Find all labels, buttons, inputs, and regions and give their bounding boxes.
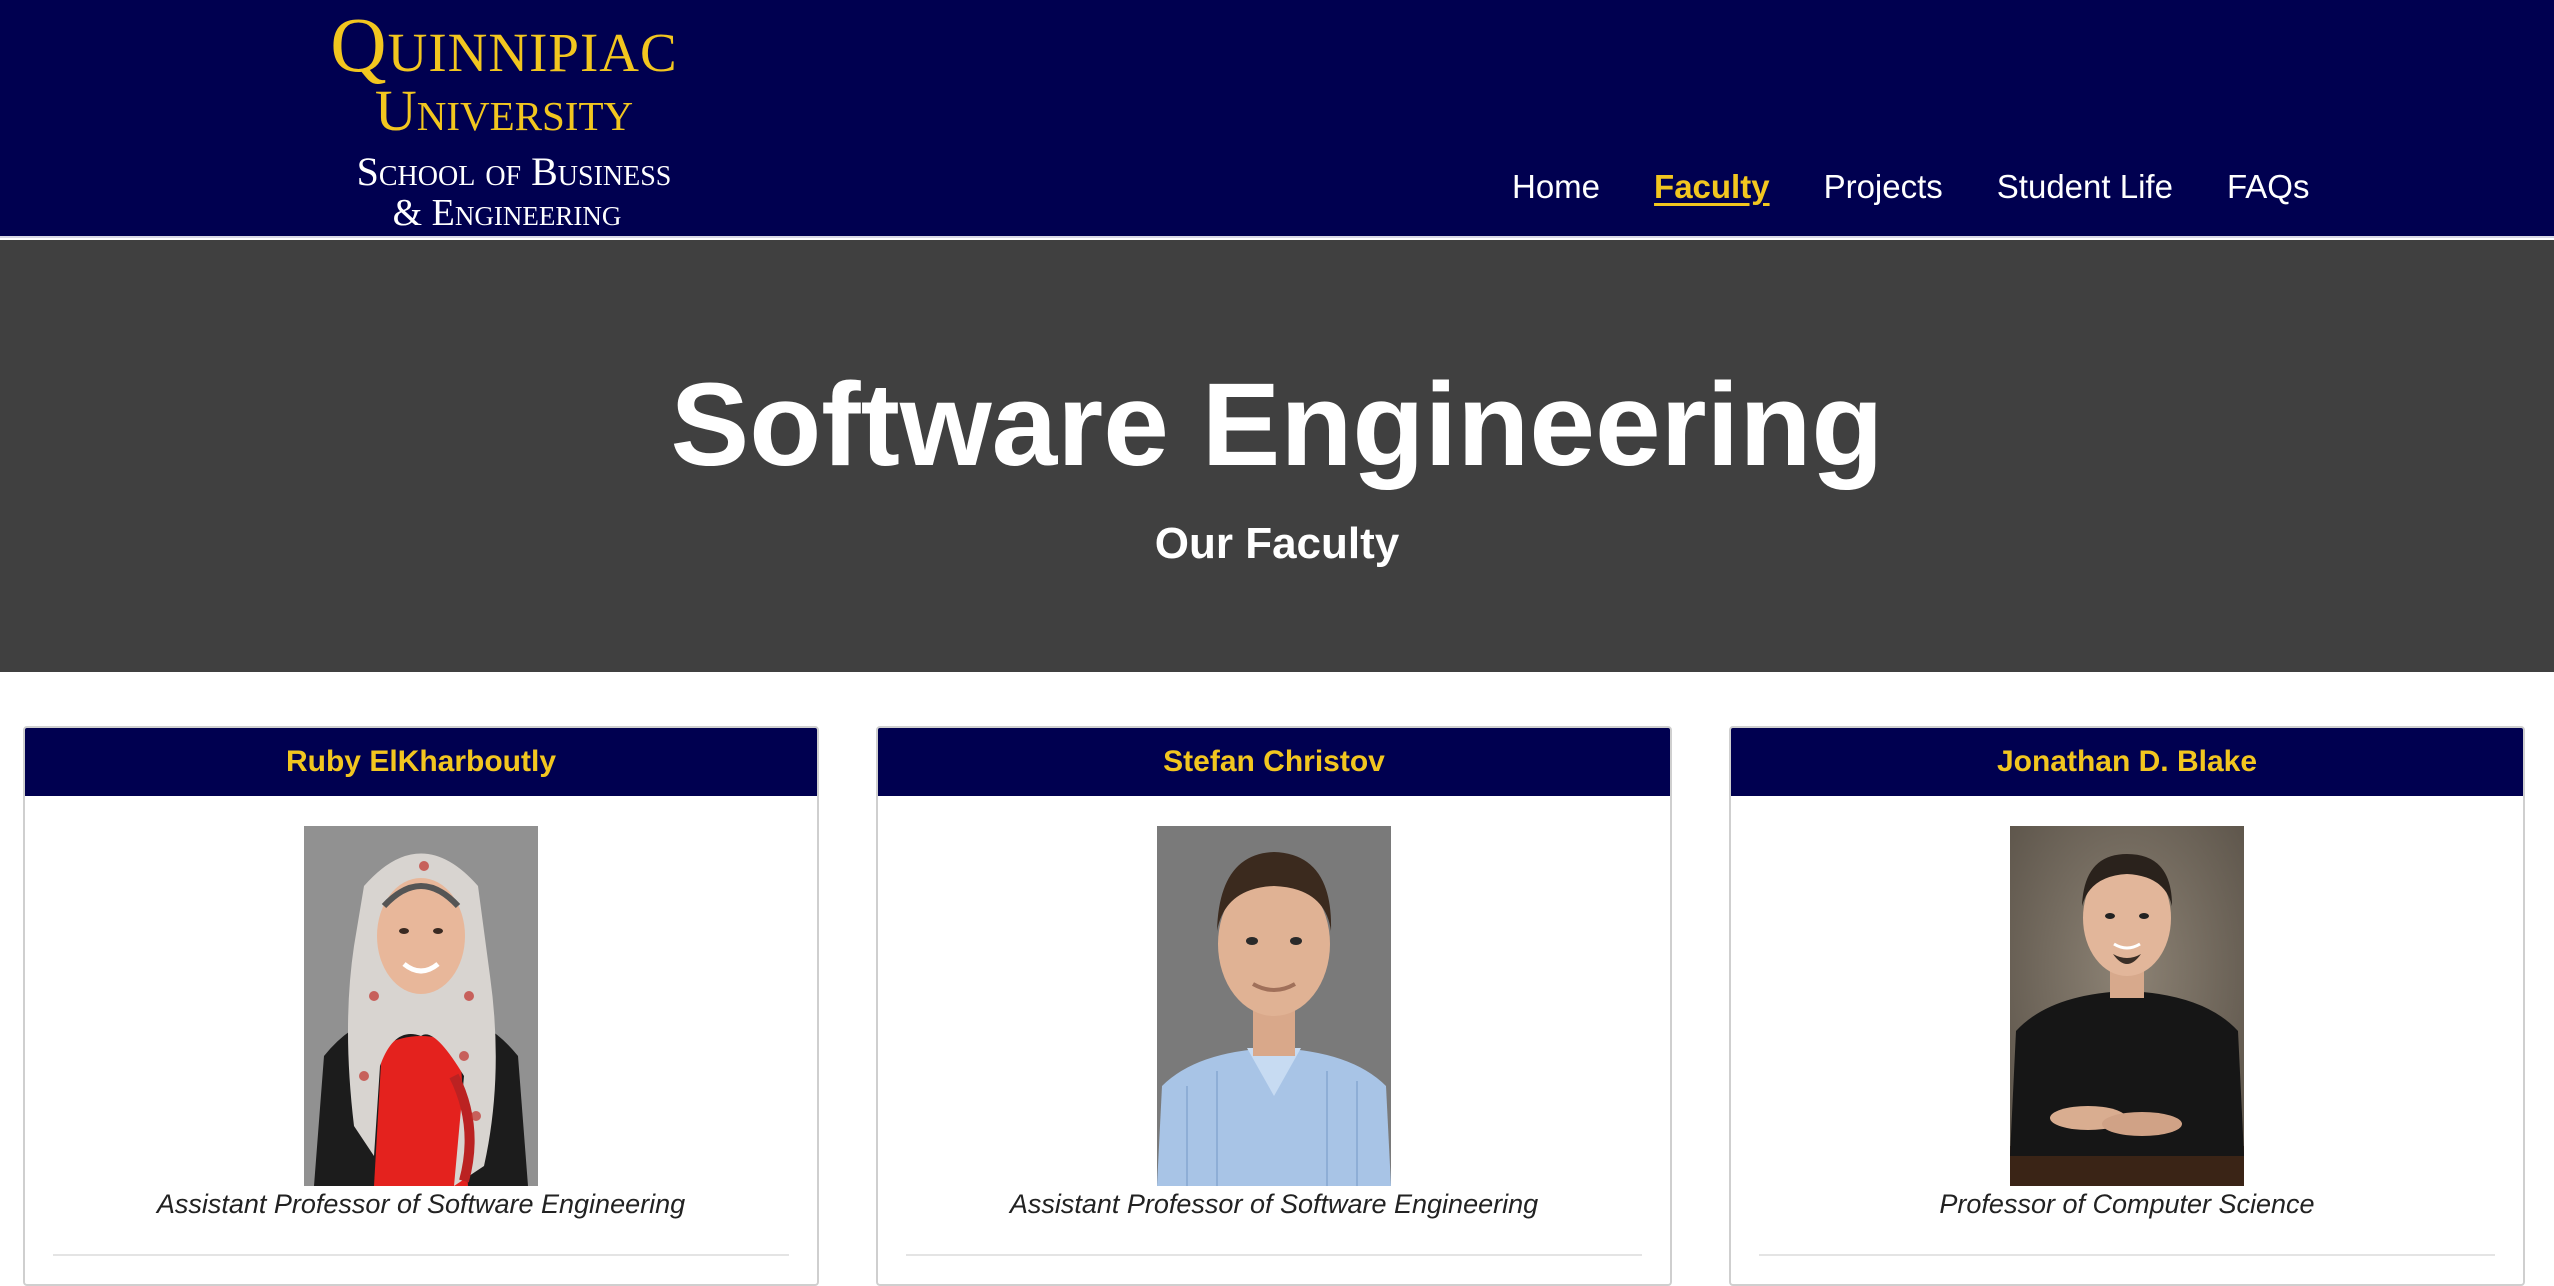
logo-line-engineering: & Engineering bbox=[392, 192, 622, 234]
faculty-position: Assistant Professor of Software Engineer… bbox=[156, 1189, 686, 1219]
logo-line-university: University bbox=[374, 78, 634, 143]
nav-student-life[interactable]: Student Life bbox=[1997, 168, 2173, 218]
hero-banner: Software Engineering Our Faculty bbox=[0, 240, 2554, 672]
faculty-position: Professor of Computer Science bbox=[1939, 1189, 2315, 1219]
site-header: Quinnipiac University School of Business… bbox=[0, 0, 2554, 238]
page-subtitle: Our Faculty bbox=[1154, 519, 1400, 568]
card-divider bbox=[906, 1254, 1642, 1256]
nav-home[interactable]: Home bbox=[1512, 168, 1600, 218]
card-divider bbox=[53, 1254, 789, 1256]
faculty-photo bbox=[304, 826, 538, 1186]
nav-faqs[interactable]: FAQs bbox=[2227, 168, 2310, 218]
faculty-name: Stefan Christov bbox=[878, 728, 1670, 796]
main-nav: Home Faculty Projects Student Life FAQs bbox=[1512, 168, 2363, 218]
nav-projects[interactable]: Projects bbox=[1824, 168, 1943, 218]
logo-line-quinnipiac: Quinnipiac bbox=[330, 1, 678, 88]
university-logo[interactable]: Quinnipiac University School of Business… bbox=[314, 1, 694, 234]
faculty-card: Stefan Christov Assistant Professor of S… bbox=[876, 726, 1672, 1286]
faculty-photo bbox=[1157, 826, 1391, 1186]
faculty-list: Ruby ElKharboutly Assistant Professor of… bbox=[0, 726, 2554, 1286]
faculty-position: Assistant Professor of Software Engineer… bbox=[1009, 1189, 1539, 1219]
card-divider bbox=[1759, 1254, 2495, 1256]
page-title: Software Engineering bbox=[670, 359, 1884, 491]
faculty-photo bbox=[2010, 826, 2244, 1186]
faculty-name: Jonathan D. Blake bbox=[1731, 728, 2523, 796]
nav-faculty[interactable]: Faculty bbox=[1654, 168, 1770, 218]
faculty-name: Ruby ElKharboutly bbox=[25, 728, 817, 796]
faculty-card: Ruby ElKharboutly Assistant Professor of… bbox=[23, 726, 819, 1286]
logo-line-school: School of Business bbox=[356, 149, 672, 194]
faculty-card: Jonathan D. Blake Professor of Computer … bbox=[1729, 726, 2525, 1286]
